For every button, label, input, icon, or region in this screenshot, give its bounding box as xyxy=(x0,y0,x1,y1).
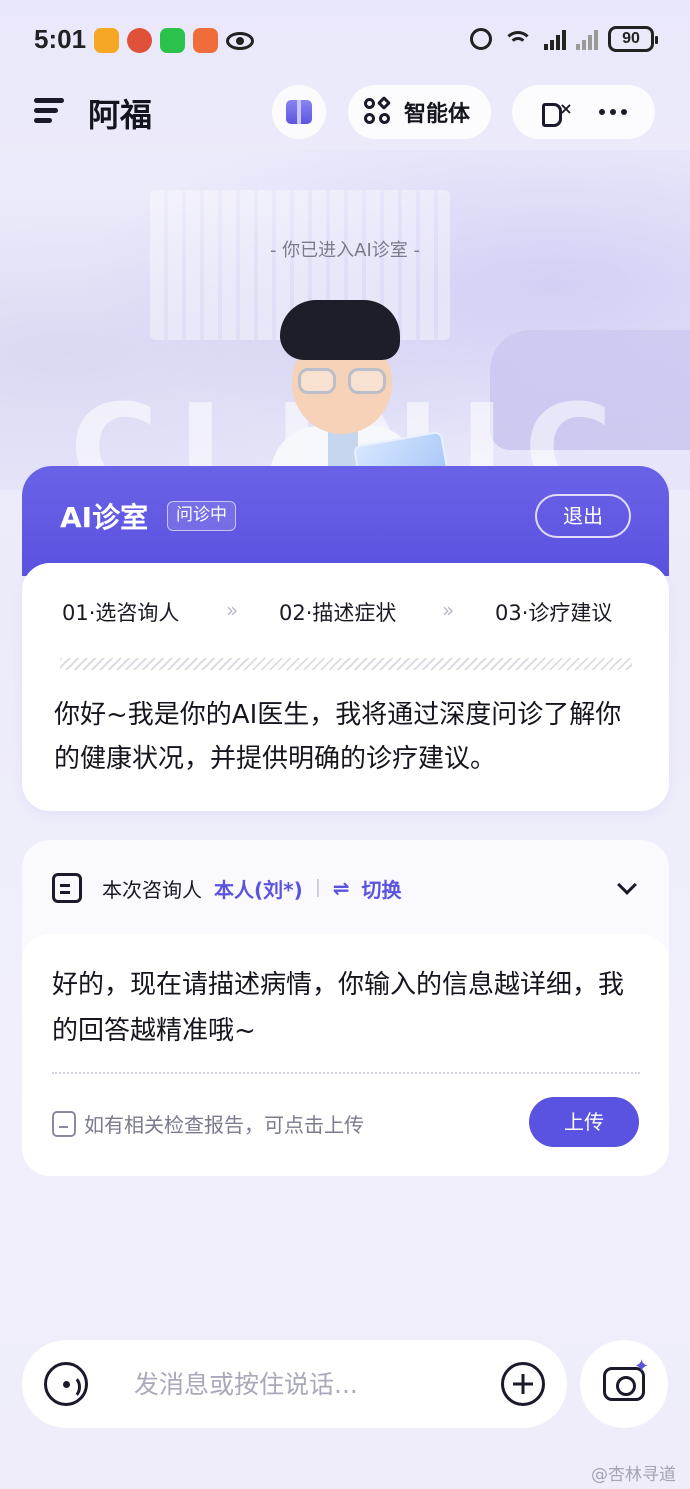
entered-clinic-tip: - 你已进入AI诊室 - xyxy=(269,240,421,261)
wifi-icon xyxy=(502,27,534,51)
consultee-name: 本人(刘*) xyxy=(214,877,303,902)
menu-icon[interactable] xyxy=(34,98,64,124)
report-icon xyxy=(52,1110,76,1137)
signal-icon-secondary xyxy=(576,28,598,50)
steps-card: 01·选咨询人 » 02·描述症状 » 03·诊疗建议 你好~我是你的AI医生，… xyxy=(22,563,669,811)
upload-hint: 如有相关检查报告，可点击上传 xyxy=(52,1109,364,1138)
greeting-message: 你好~我是你的AI医生，我将通过深度问诊了解你的健康状况，并提供明确的诊疗建议。 xyxy=(54,700,622,774)
status-badge: 问诊中 xyxy=(167,501,236,531)
consultee-icon xyxy=(52,873,82,903)
sparkle-icon: ✦ xyxy=(634,1356,650,1377)
message-input[interactable] xyxy=(134,1364,474,1404)
divider xyxy=(52,1072,640,1074)
wechat-notification-icon xyxy=(160,28,185,53)
battery-level: 90 xyxy=(622,30,640,47)
consultee-row[interactable]: 本次咨询人 本人(刘*) ⇌ 切换 xyxy=(52,870,642,906)
system-icons: 90 xyxy=(470,26,658,52)
step-progress: 01·选咨询人 » 02·描述症状 » 03·诊疗建议 xyxy=(22,597,669,627)
app-notification-icon xyxy=(94,28,119,53)
chevron-down-icon[interactable] xyxy=(617,875,637,895)
app-title: 阿福 xyxy=(88,96,153,134)
gift-button[interactable] xyxy=(272,85,326,139)
watermark: @杏林寻道 xyxy=(591,1465,676,1485)
eye-icon xyxy=(226,32,254,50)
agent-label: 智能体 xyxy=(404,102,471,127)
header-actions xyxy=(512,85,655,139)
ai-reply-message: 好的，现在请描述病情，你输入的信息越详细，我的回答越精准哦~ xyxy=(52,970,625,1046)
step-arrow-icon: » xyxy=(226,598,239,622)
mute-icon[interactable] xyxy=(540,99,573,127)
plus-icon[interactable] xyxy=(501,1362,545,1406)
message-input-bar xyxy=(22,1340,567,1428)
app-header: 阿福 智能体 xyxy=(0,82,690,139)
status-time: 5:01 xyxy=(34,24,87,54)
status-bar: 5:01 90 xyxy=(0,18,690,64)
weibo-notification-icon xyxy=(127,28,152,53)
switch-consultee-button[interactable]: 切换 xyxy=(362,874,402,903)
notification-icons xyxy=(94,28,254,53)
doctor-avatar xyxy=(270,300,450,490)
agent-icon xyxy=(364,95,392,126)
more-icon[interactable] xyxy=(598,109,627,115)
step-select-consultee: 01·选咨询人 xyxy=(62,601,180,625)
consultee-label: 本次咨询人 xyxy=(102,877,202,902)
step-diagnosis-advice: 03·诊疗建议 xyxy=(495,601,613,625)
separator xyxy=(316,879,319,897)
divider xyxy=(60,658,632,670)
ai-reply-card: 好的，现在请描述病情，你输入的信息越详细，我的回答越精准哦~ 如有相关检查报告，… xyxy=(22,934,669,1176)
swap-icon[interactable]: ⇌ xyxy=(333,876,350,900)
clinic-header-card: AI诊室 问诊中 退出 xyxy=(22,466,669,576)
voice-icon[interactable] xyxy=(44,1362,88,1406)
camera-button[interactable]: ✦ xyxy=(580,1340,668,1428)
gift-icon xyxy=(286,100,312,124)
upload-button[interactable]: 上传 xyxy=(529,1097,639,1147)
agent-button[interactable]: 智能体 xyxy=(348,85,491,139)
battery-icon: 90 xyxy=(608,26,658,52)
app-notification-icon xyxy=(193,28,218,53)
upload-hint-text: 如有相关检查报告，可点击上传 xyxy=(84,1113,364,1137)
clinic-title: AI诊室 xyxy=(60,501,149,534)
step-arrow-icon: » xyxy=(442,598,455,622)
signal-icon xyxy=(544,28,566,50)
step-describe-symptoms: 02·描述症状 xyxy=(279,601,397,625)
exit-button[interactable]: 退出 xyxy=(535,494,631,538)
alarm-icon xyxy=(470,28,492,50)
